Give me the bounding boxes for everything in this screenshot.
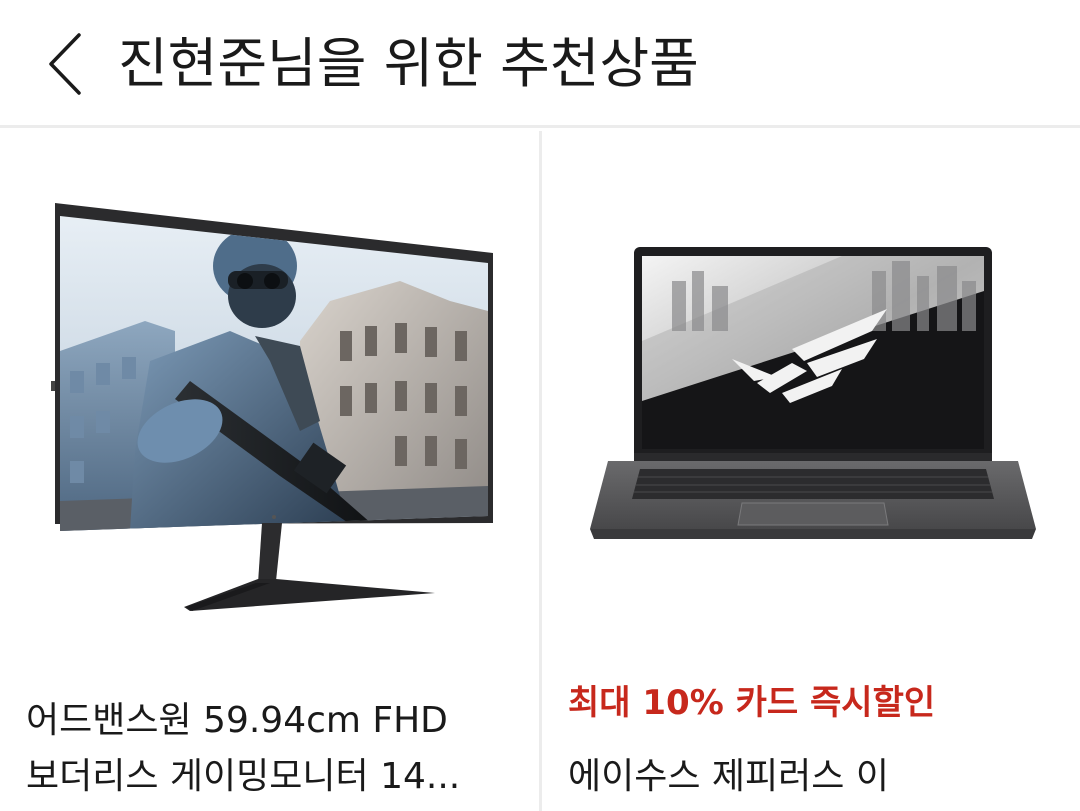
gaming-monitor-image xyxy=(51,203,493,611)
promo-label: 최대 10% 카드 즉시할인 xyxy=(568,683,936,723)
card-divider xyxy=(539,131,542,811)
back-button[interactable] xyxy=(30,26,100,102)
product-name: 에이수스 제피러스 이 xyxy=(568,756,889,797)
app-header: 진현준님을 위한 추천상품 xyxy=(0,0,1080,128)
product-card-laptop[interactable]: 최대 10% 카드 즉시할인 에이수스 제피러스 이 xyxy=(542,131,1080,811)
page-title: 진현준님을 위한 추천상품 xyxy=(118,32,699,95)
product-card-monitor[interactable]: 어드밴스원 59.94cm FHD 보더리스 게이밍모니터 14... xyxy=(0,131,539,811)
product-name-line: 보더리스 게이밍모니터 14... xyxy=(26,756,461,797)
chevron-left-icon xyxy=(49,33,81,95)
product-name: 어드밴스원 59.94cm FHD 보더리스 게이밍모니터 14... xyxy=(26,693,516,805)
gaming-laptop-image xyxy=(590,247,1036,539)
product-name-line: 어드밴스원 59.94cm FHD xyxy=(26,700,448,741)
